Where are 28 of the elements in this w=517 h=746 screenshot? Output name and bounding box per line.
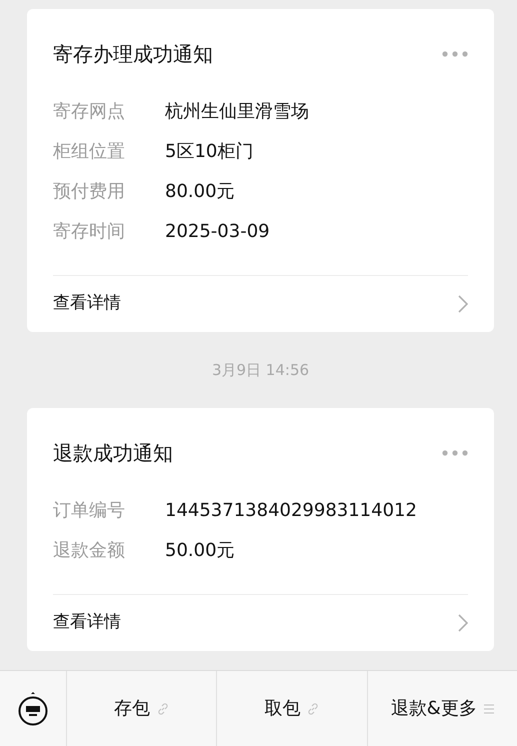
field-value: 杭州生仙里滑雪场 — [165, 100, 309, 124]
details-link[interactable]: 查看详情 — [53, 610, 121, 636]
field-value: 80.00元 — [165, 180, 235, 204]
field-label: 订单编号 — [53, 498, 126, 522]
field-label: 寄存时间 — [53, 220, 126, 244]
field-value: 2025-03-09 — [165, 220, 270, 244]
chevron-right-icon[interactable] — [458, 295, 468, 313]
more-icon[interactable] — [442, 450, 468, 456]
field-value: 1445371384029983114012 — [165, 498, 417, 522]
field-label: 寄存网点 — [53, 100, 126, 124]
menu-button[interactable]: 退款&更多 — [366, 671, 517, 746]
chevron-right-icon[interactable] — [458, 614, 468, 632]
field-value: 5区10柜门 — [165, 140, 254, 164]
field-label: 柜组位置 — [53, 140, 126, 164]
link-icon — [307, 702, 320, 714]
field-label: 退款金额 — [53, 538, 126, 562]
menu-button[interactable]: 取包 — [216, 671, 367, 746]
card-title: 寄存办理成功通知 — [53, 41, 213, 68]
field-label: 预付费用 — [53, 180, 126, 204]
menu-button[interactable]: 存包 — [66, 671, 216, 746]
details-link[interactable]: 查看详情 — [53, 291, 121, 317]
card-title: 退款成功通知 — [53, 440, 173, 467]
timestamp: 3月9日 14:56 — [212, 360, 310, 381]
more-icon[interactable] — [442, 51, 468, 57]
menu-icon — [484, 704, 494, 714]
link-icon — [157, 702, 170, 714]
keyboard-icon[interactable] — [17, 690, 49, 726]
field-value: 50.00元 — [165, 538, 235, 562]
